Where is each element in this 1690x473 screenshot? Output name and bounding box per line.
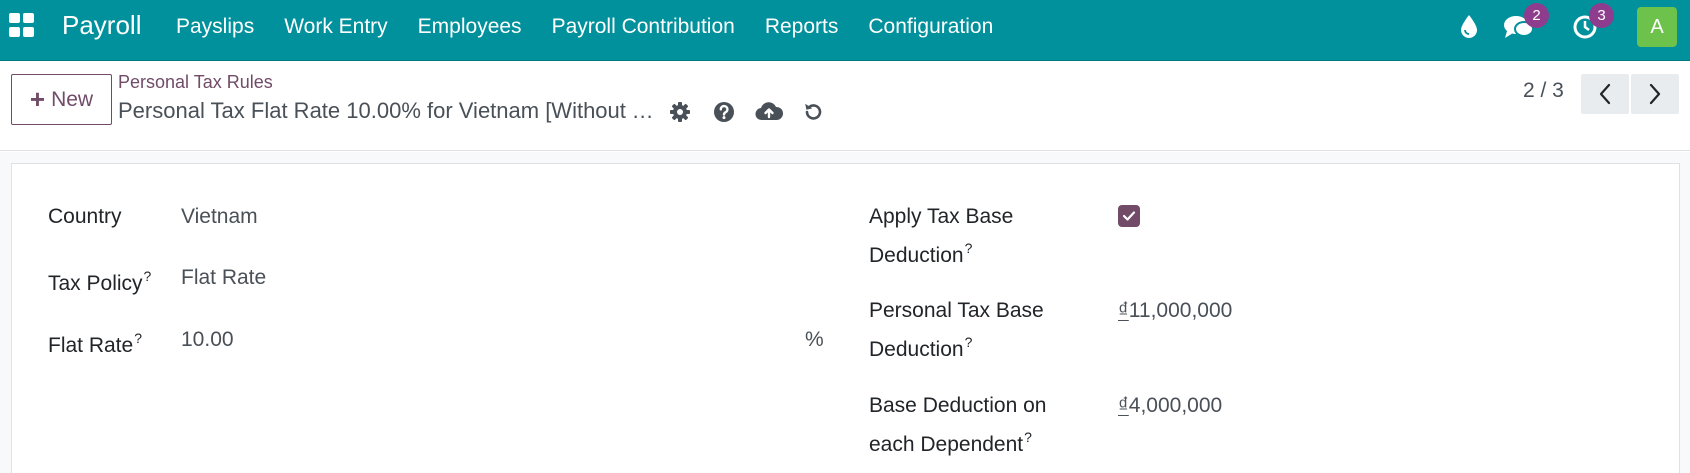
pager-value[interactable]: 2 / 3 bbox=[1523, 79, 1564, 103]
country-label: Country bbox=[48, 200, 122, 233]
personal-deduction-currency: ₫ bbox=[1118, 299, 1129, 322]
tax-policy-help[interactable]: ? bbox=[144, 268, 152, 284]
top-navbar: Payroll Payslips Work Entry Employees Pa… bbox=[0, 0, 1690, 61]
personal-deduction-label: Personal Tax Base Deduction? bbox=[869, 294, 1044, 366]
country-field[interactable]: Vietnam bbox=[181, 200, 258, 233]
flat-rate-label: Flat Rate? bbox=[48, 323, 142, 362]
menu-item-payroll-contribution[interactable]: Payroll Contribution bbox=[537, 0, 750, 54]
chevron-right-icon bbox=[1649, 83, 1661, 105]
dependent-deduction-label-line2: each Dependent bbox=[869, 433, 1024, 456]
tax-policy-label-text: Tax Policy bbox=[48, 272, 143, 295]
breadcrumb[interactable]: Personal Tax Rules bbox=[118, 72, 273, 93]
personal-deduction-help[interactable]: ? bbox=[965, 334, 973, 350]
apply-deduction-label-line1: Apply Tax Base bbox=[869, 205, 1014, 228]
new-button-label: New bbox=[51, 87, 94, 111]
tax-policy-label: Tax Policy? bbox=[48, 261, 151, 300]
gear-icon[interactable] bbox=[667, 99, 693, 125]
apply-deduction-help[interactable]: ? bbox=[965, 240, 973, 256]
menu-item-payslips[interactable]: Payslips bbox=[161, 0, 269, 54]
personal-deduction-label-line2: Deduction bbox=[869, 338, 964, 361]
menu-item-configuration[interactable]: Configuration bbox=[853, 0, 1008, 54]
flat-rate-help[interactable]: ? bbox=[134, 330, 142, 346]
form-sheet bbox=[11, 163, 1680, 473]
dependent-deduction-label: Base Deduction on each Dependent? bbox=[869, 389, 1046, 461]
help-icon[interactable] bbox=[711, 99, 737, 125]
new-button[interactable]: + New bbox=[11, 74, 112, 125]
record-title: Personal Tax Flat Rate 10.00% for Vietna… bbox=[118, 98, 655, 123]
personal-deduction-amount: 11,000,000 bbox=[1128, 299, 1233, 322]
personal-deduction-label-line1: Personal Tax Base bbox=[869, 299, 1044, 322]
menu-item-work-entry[interactable]: Work Entry bbox=[269, 0, 402, 54]
cloud-upload-icon[interactable] bbox=[755, 99, 783, 125]
pager-next-button[interactable] bbox=[1631, 74, 1679, 114]
apply-deduction-label: Apply Tax Base Deduction? bbox=[869, 200, 1013, 272]
app-brand[interactable]: Payroll bbox=[62, 10, 141, 41]
apply-deduction-label-line2: Deduction bbox=[869, 244, 964, 267]
droplet-icon[interactable] bbox=[1458, 13, 1480, 39]
discard-icon[interactable] bbox=[800, 99, 826, 125]
menu-item-reports[interactable]: Reports bbox=[750, 0, 854, 54]
user-avatar[interactable]: A bbox=[1637, 7, 1677, 47]
apps-menu-icon[interactable] bbox=[9, 13, 35, 37]
control-panel: + New Personal Tax Rules Personal Tax Fl… bbox=[0, 61, 1690, 151]
messages-badge: 2 bbox=[1524, 3, 1549, 28]
country-label-text: Country bbox=[48, 205, 122, 228]
pager-previous-button[interactable] bbox=[1581, 74, 1629, 114]
check-icon bbox=[1122, 211, 1136, 221]
tax-policy-field[interactable]: Flat Rate bbox=[181, 261, 266, 294]
main-menu: Payslips Work Entry Employees Payroll Co… bbox=[161, 0, 1008, 54]
apply-deduction-checkbox[interactable] bbox=[1118, 205, 1140, 227]
flat-rate-unit: % bbox=[805, 328, 824, 351]
activities-badge: 3 bbox=[1589, 3, 1614, 28]
flat-rate-label-text: Flat Rate bbox=[48, 334, 134, 357]
dependent-deduction-field[interactable]: ₫4,000,000 bbox=[1118, 389, 1222, 422]
dependent-deduction-amount: 4,000,000 bbox=[1128, 394, 1223, 417]
personal-deduction-field[interactable]: ₫11,000,000 bbox=[1118, 294, 1232, 327]
dependent-deduction-label-line1: Base Deduction on bbox=[869, 394, 1047, 417]
plus-icon: + bbox=[29, 83, 46, 114]
dependent-deduction-help[interactable]: ? bbox=[1024, 429, 1032, 445]
dependent-deduction-currency: ₫ bbox=[1118, 394, 1129, 417]
menu-item-employees[interactable]: Employees bbox=[403, 0, 537, 54]
chevron-left-icon bbox=[1599, 83, 1611, 105]
flat-rate-field[interactable]: 10.00 bbox=[181, 323, 781, 356]
